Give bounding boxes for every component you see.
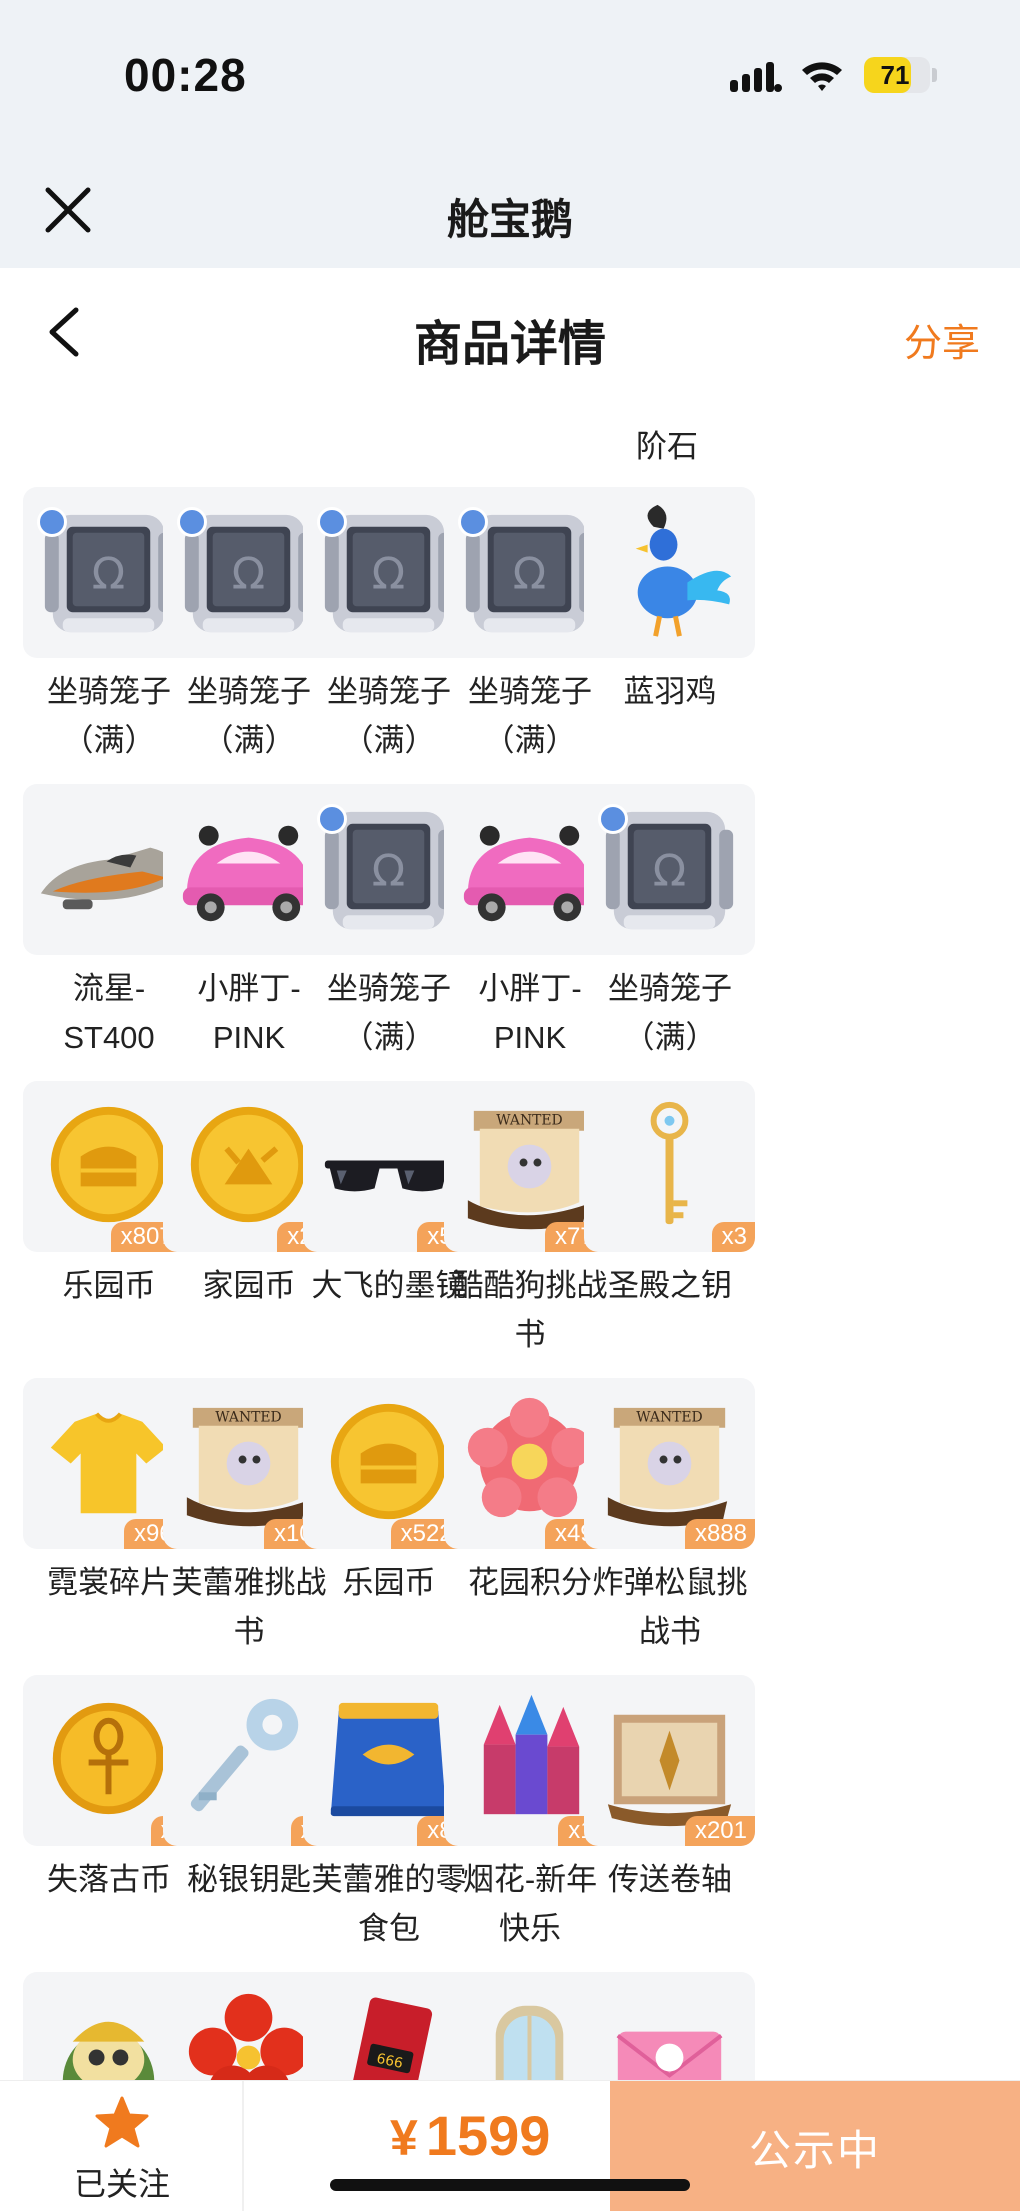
item-name: 蓝羽鸡: [577, 667, 763, 716]
star-icon: [95, 2096, 149, 2148]
page-header: 商品详情 分享: [0, 268, 1020, 396]
share-button[interactable]: 分享: [904, 312, 980, 367]
svg-text:Ω: Ω: [372, 845, 405, 896]
svg-text:Ω: Ω: [372, 548, 405, 599]
item-thumbnail: [584, 487, 755, 658]
pink-envelope-icon: [616, 2031, 723, 2080]
price: ¥1599: [390, 2103, 550, 2168]
battery-level: 71: [880, 60, 910, 90]
cellular-signal-icon: [730, 62, 782, 92]
home-indicator: [330, 2179, 690, 2191]
battery-nub: [932, 68, 937, 82]
svg-text:WANTED: WANTED: [636, 1410, 702, 1426]
quantity-badge: x3: [711, 1222, 755, 1252]
svg-text:Ω: Ω: [232, 548, 265, 599]
item-name-line2: 战书: [639, 1614, 701, 1649]
item-name: 传送卷轴: [577, 1855, 763, 1904]
status-bar: 00:28 71: [0, 0, 1020, 150]
item-name: 圣殿之钥: [577, 1261, 763, 1310]
price-value: 1599: [425, 2104, 551, 2167]
item-name: 坐骑笼子 （满）: [577, 964, 763, 1062]
item-name-line1: 炸弹松鼠挑: [592, 1565, 748, 1600]
item-thumbnail: x201: [584, 1675, 755, 1846]
item-grid[interactable]: 龙骨筑子极速飞船时光小乐园行灾龙宫小红龙阶石 Ω 坐骑笼子 （满） Ω 坐骑笼子 （…: [0, 396, 1020, 2080]
quantity-badge: x201: [684, 1816, 755, 1846]
follow-button[interactable]: 已关注: [0, 2081, 244, 2211]
status-label: 公示中: [748, 2127, 881, 2174]
battery-icon: 71: [864, 57, 930, 93]
bound-badge-icon: [317, 507, 347, 537]
svg-text:Ω: Ω: [653, 845, 686, 896]
quantity-badge: x888: [684, 1519, 755, 1549]
bound-badge-icon: [37, 507, 67, 537]
app-title: 舱宝鹅: [446, 196, 573, 243]
item-thumbnail: WANTED x888: [584, 1378, 755, 1549]
item-name-line2: （满）: [623, 1020, 717, 1055]
bound-badge-icon: [598, 804, 628, 834]
bound-badge-icon: [458, 507, 488, 537]
app-header: 舱宝鹅: [0, 150, 1020, 268]
item-name-line2: （满）: [483, 723, 577, 758]
cutoff-item-line2: 阶石: [636, 429, 698, 464]
item-name-line1: 蓝羽鸡: [623, 674, 717, 709]
blue-rooster-icon: [635, 504, 732, 637]
svg-text:Ω: Ω: [513, 548, 546, 599]
item-name-line2: 快乐: [499, 1911, 561, 1946]
item-thumbnail: x3: [584, 1081, 755, 1252]
page-title: 商品详情: [413, 318, 606, 371]
item-thumbnail: [584, 1972, 755, 2080]
cutoff-row: 龙骨筑子极速飞船时光小乐园行灾龙宫小红龙阶石: [0, 396, 1020, 464]
cutoff-item-label: 龙宫小红龙阶石: [577, 396, 757, 472]
svg-text:Ω: Ω: [92, 548, 125, 599]
svg-text:WANTED: WANTED: [496, 1113, 562, 1129]
item-name-line1: 传送卷轴: [608, 1862, 732, 1897]
item-name-line2: 书: [514, 1317, 546, 1352]
item-name-line2: 书: [233, 1614, 265, 1649]
wifi-icon: [802, 62, 842, 91]
svg-text:WANTED: WANTED: [215, 1410, 281, 1426]
bound-badge-icon: [177, 507, 207, 537]
bound-badge-icon: [317, 804, 347, 834]
item-name: 炸弹松鼠挑 战书: [577, 1558, 763, 1656]
item-name-line1: 坐骑笼子: [608, 971, 732, 1006]
follow-label: 已关注: [73, 2166, 170, 2202]
bottom-bar: 已关注 ¥1599 公示中: [0, 2080, 1020, 2211]
item-name-line1: 圣殿之钥: [608, 1268, 732, 1303]
status-time: 00:28: [124, 49, 247, 101]
public-status-button[interactable]: 公示中: [610, 2081, 1020, 2211]
currency-symbol: ¥: [390, 2110, 418, 2166]
item-thumbnail: Ω: [584, 784, 755, 955]
